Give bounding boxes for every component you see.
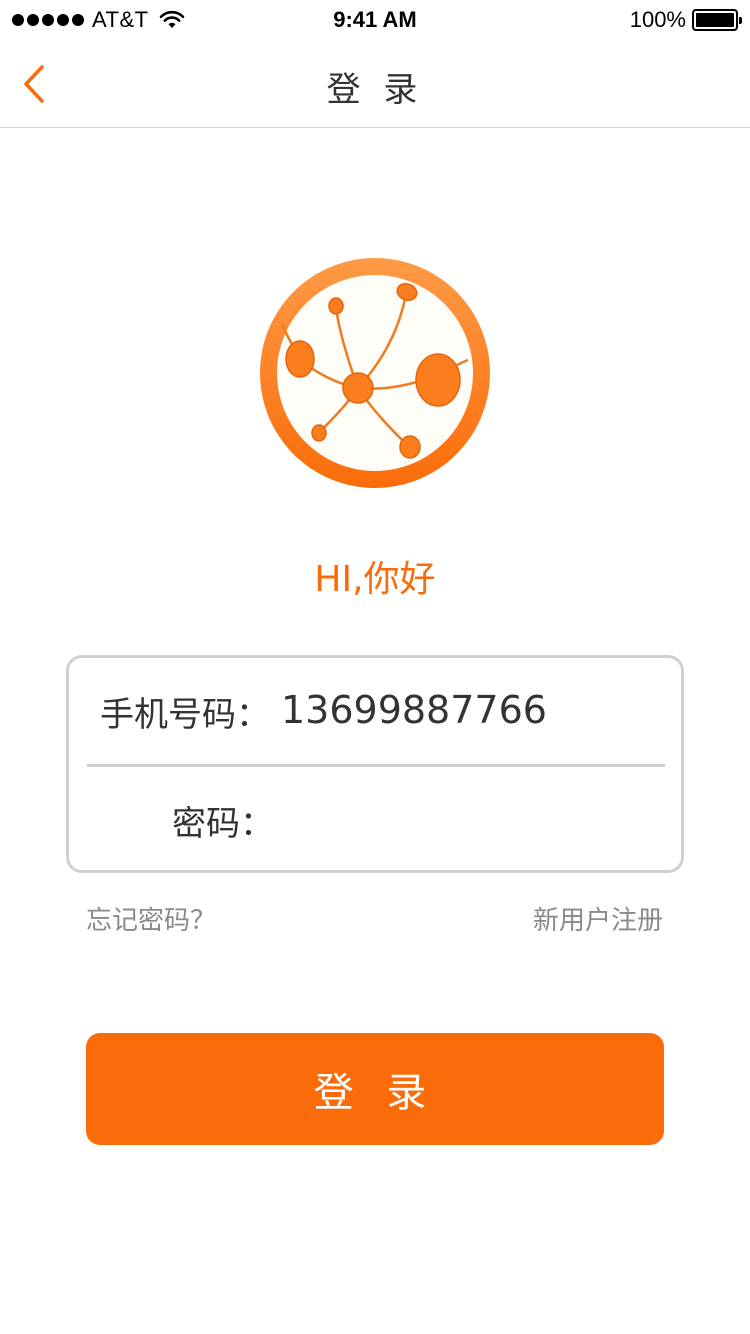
phone-input[interactable] [281, 680, 661, 740]
register-link[interactable]: 新用户注册 [533, 900, 663, 937]
status-bar: AT&T 9:41 AM 100% [0, 0, 750, 40]
battery-icon [692, 9, 742, 31]
forgot-password-link[interactable]: 忘记密码？ [86, 900, 216, 937]
status-right: 100% [629, 7, 742, 32]
login-form: 手机号码： 密码： [66, 655, 684, 873]
greeting-text: HI,你好 [314, 559, 436, 600]
password-row: 密码： [69, 767, 681, 873]
phone-label: 手机号码： [100, 694, 270, 735]
battery-percent: 100% [629, 7, 686, 32]
navigation-bar: 登 录 [0, 40, 750, 128]
battery-fill [696, 13, 734, 27]
page-title: 登 录 [326, 70, 424, 110]
password-input[interactable] [281, 789, 661, 849]
network-nodes-logo [260, 258, 490, 488]
phone-row: 手机号码： [69, 658, 681, 764]
password-label: 密码： [172, 803, 274, 844]
login-button[interactable]: 登 录 [86, 1033, 664, 1145]
